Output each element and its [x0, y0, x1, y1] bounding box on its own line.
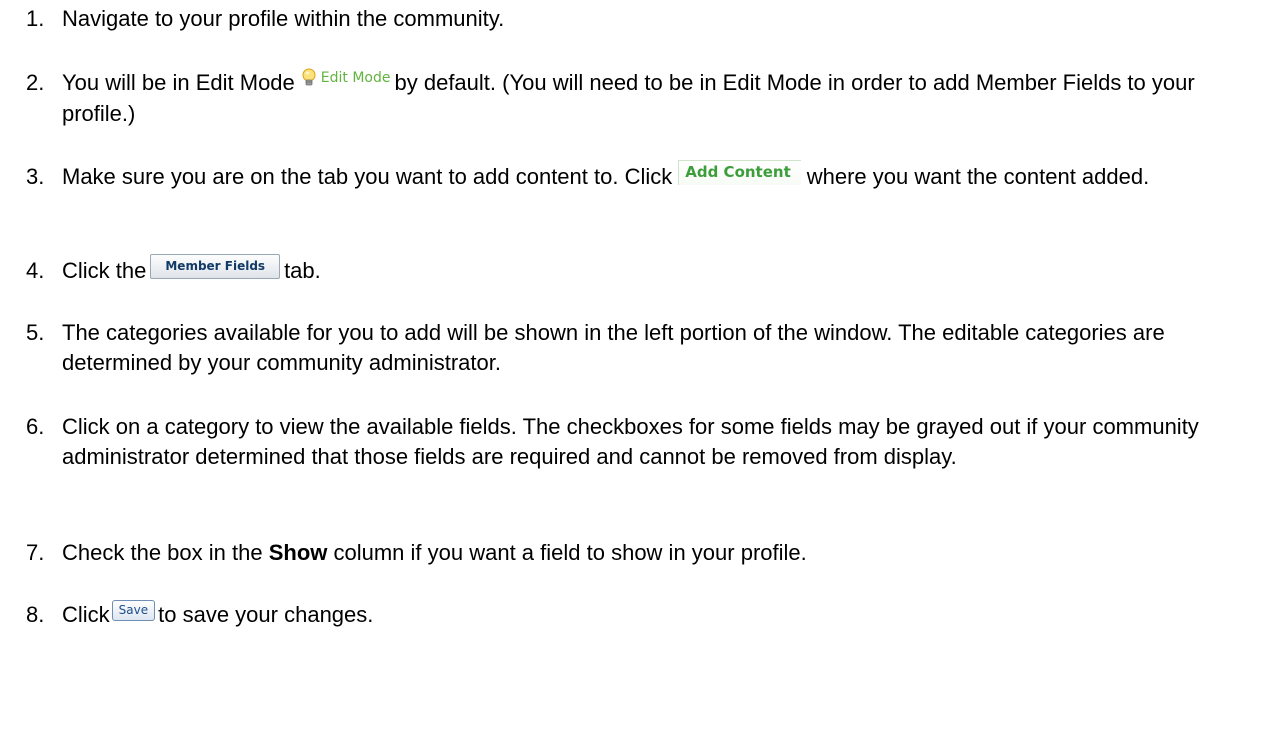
- step-text: The categories available for you to add …: [62, 320, 1165, 375]
- step-3: 3. Make sure you are on the tab you want…: [26, 159, 1260, 192]
- step-number: 3.: [26, 164, 45, 189]
- member-fields-tab[interactable]: Member Fields: [150, 253, 281, 279]
- show-column-label: Show: [268, 540, 328, 565]
- edit-mode-label: Edit Mode: [320, 70, 391, 87]
- step-text-pre: Make sure you are on the tab you want to…: [62, 164, 673, 189]
- step-number: 2.: [26, 70, 45, 95]
- save-button[interactable]: Save: [111, 599, 156, 621]
- step-8: 8. Click Save to save your changes.: [26, 599, 1260, 630]
- step-6: 6. Click on a category to view the avail…: [26, 412, 1260, 472]
- step-text: Navigate to your profile within the comm…: [62, 6, 505, 31]
- step-text: Click Save to save your changes.: [62, 599, 1260, 630]
- step-number: 1.: [26, 6, 45, 31]
- lightbulb-icon: [302, 68, 316, 86]
- step-4: 4. Click the Member Fields tab.: [26, 253, 1260, 286]
- step-text: Check the box in the Show column if you …: [62, 538, 1260, 568]
- add-content-button[interactable]: Add Content: [678, 159, 801, 185]
- step-text-pre: You will be in Edit Mode: [62, 70, 295, 95]
- step-text-post: to save your changes.: [158, 602, 374, 627]
- step-number: 5.: [26, 320, 45, 345]
- step-text-pre: Click the: [62, 258, 147, 283]
- step-1: 1. Navigate to your profile within the c…: [26, 4, 1260, 34]
- step-number: 6.: [26, 414, 45, 439]
- step-text: You will be in Edit Mode Edit Mode by defa…: [62, 68, 1260, 129]
- edit-mode-indicator: Edit Mode: [301, 63, 391, 93]
- step-text-post: column if you want a field to show in yo…: [333, 540, 807, 565]
- step-text: Make sure you are on the tab you want to…: [62, 159, 1260, 192]
- step-text-post: where you want the content added.: [806, 164, 1150, 189]
- step-2: 2. You will be in Edit Mode Edit Mode by d…: [26, 68, 1260, 129]
- step-7: 7. Check the box in the Show column if y…: [26, 538, 1260, 568]
- step-number: 8.: [26, 602, 45, 627]
- step-text-pre: Click: [62, 602, 110, 627]
- step-5: 5. The categories available for you to a…: [26, 318, 1260, 378]
- step-number: 4.: [26, 258, 45, 283]
- step-text: Click on a category to view the availabl…: [62, 414, 1199, 469]
- step-text-pre: Check the box in the: [62, 540, 263, 565]
- step-text: Click the Member Fields tab.: [62, 253, 1260, 286]
- step-number: 7.: [26, 540, 45, 565]
- step-text-post: tab.: [284, 258, 321, 283]
